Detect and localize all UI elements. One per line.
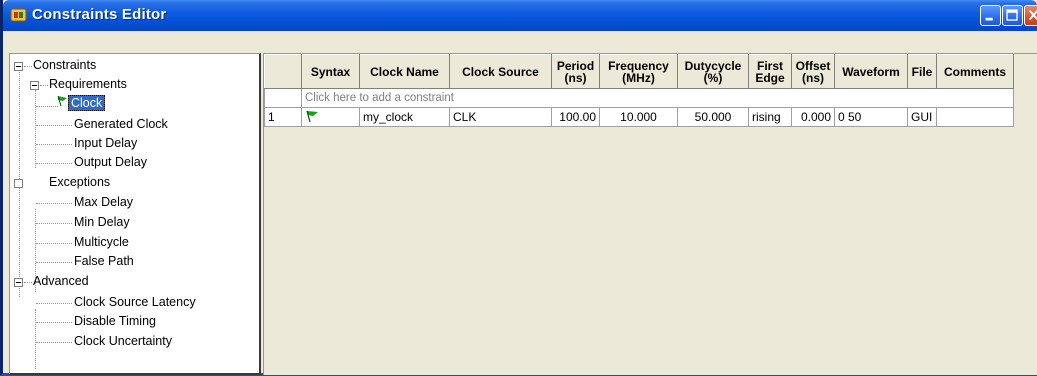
tree-connector [36, 106, 58, 107]
tree-connector [36, 144, 72, 145]
file-cell[interactable]: GUI [907, 107, 937, 127]
constraint-tree[interactable]: Constraints Requirements Clock Generated… [9, 53, 261, 375]
tree-item-disable-timing[interactable]: Disable Timing [74, 314, 156, 330]
row-number-header [264, 54, 302, 89]
exceptions-toggle[interactable] [14, 179, 23, 188]
column-header-offset[interactable]: Offset (ns) [791, 54, 835, 89]
window-title: Constraints Editor [32, 6, 167, 23]
clock-name-cell[interactable]: my_clock [359, 107, 450, 127]
tree-item-exceptions[interactable]: Exceptions [49, 175, 110, 191]
tree-connector [24, 282, 32, 283]
maximize-icon [1006, 9, 1018, 21]
syntax-cell[interactable] [301, 107, 360, 127]
green-flag-icon [57, 95, 67, 107]
tree-connector [35, 309, 36, 369]
tree-connector [40, 85, 48, 86]
tree-item-advanced[interactable]: Advanced [33, 274, 89, 290]
maximize-button[interactable] [1002, 5, 1023, 26]
table-row[interactable]: 1 my_clock CLK 100.00 10.000 50.000 risi… [264, 107, 1014, 127]
column-header-clock-source[interactable]: Clock Source [449, 54, 552, 89]
column-header-waveform[interactable]: Waveform [834, 54, 908, 89]
title-bar[interactable]: Constraints Editor [3, 0, 1037, 31]
constraints-editor-window: Constraints Editor Constraints Requireme… [0, 0, 1037, 376]
tree-connector [36, 203, 72, 204]
tree-connector [36, 303, 72, 304]
tree-connector [36, 125, 72, 126]
tree-item-multicycle[interactable]: Multicycle [74, 235, 129, 251]
header-line: Edge [755, 70, 785, 85]
tree-connector [24, 66, 32, 67]
header-line: (MHz) [622, 70, 655, 85]
green-flag-icon [306, 110, 318, 122]
minimize-icon [985, 17, 993, 21]
header-row: Syntax Clock Name Clock Source Period (ns… [264, 54, 1014, 89]
constraints-table: Syntax Clock Name Clock Source Period (ns… [264, 54, 1014, 127]
app-icon [10, 8, 27, 22]
first-edge-cell[interactable]: rising [748, 107, 792, 127]
header-line: (ns) [802, 70, 824, 85]
constraints-grid[interactable]: Syntax Clock Name Clock Source Period (ns… [263, 53, 1037, 375]
requirements-collapse-toggle[interactable] [30, 81, 39, 90]
tree-connector [36, 322, 72, 323]
column-header-period[interactable]: Period (ns) [551, 54, 600, 89]
close-icon [1028, 9, 1037, 21]
period-cell[interactable]: 100.00 [551, 107, 600, 127]
tree-item-generated-clock[interactable]: Generated Clock [74, 117, 168, 133]
tree-item-false-path[interactable]: False Path [74, 254, 134, 270]
tree-connector [36, 262, 72, 263]
tree-item-min-delay[interactable]: Min Delay [74, 215, 130, 231]
column-header-frequency[interactable]: Frequency (MHz) [599, 54, 678, 89]
row-number-cell [264, 88, 302, 108]
column-header-dutycycle[interactable]: Dutycycle (%) [677, 54, 749, 89]
column-header-first-edge[interactable]: First Edge [748, 54, 792, 89]
tree-connector [35, 90, 36, 168]
minimize-button[interactable] [980, 5, 1001, 26]
column-header-file[interactable]: File [907, 54, 937, 89]
tree-item-clock[interactable]: Clock [68, 95, 106, 112]
tree-item-output-delay[interactable]: Output Delay [74, 155, 147, 171]
tree-connector [36, 223, 72, 224]
tree-item-requirements[interactable]: Requirements [49, 77, 127, 93]
column-header-comments[interactable]: Comments [936, 54, 1014, 89]
frequency-cell[interactable]: 10.000 [599, 107, 678, 127]
tree-connector [36, 243, 72, 244]
root-collapse-toggle[interactable] [14, 62, 23, 71]
add-constraint-row[interactable]: Click here to add a constraint [264, 88, 1014, 108]
advanced-collapse-toggle[interactable] [14, 278, 23, 287]
clock-source-cell[interactable]: CLK [449, 107, 552, 127]
comments-cell[interactable] [936, 107, 1014, 127]
dutycycle-cell[interactable]: 50.000 [677, 107, 749, 127]
header-line: (%) [703, 70, 723, 85]
close-button[interactable] [1024, 5, 1037, 26]
tree-connector [36, 163, 72, 164]
tree-item-clock-uncertainty[interactable]: Clock Uncertainty [74, 334, 172, 350]
waveform-cell[interactable]: 0 50 [834, 107, 908, 127]
offset-cell[interactable]: 0.000 [791, 107, 835, 127]
column-header-syntax[interactable]: Syntax [301, 54, 360, 89]
tree-item-clock-label: Clock [68, 95, 106, 111]
tree-connector [36, 342, 72, 343]
tree-root-constraints[interactable]: Constraints [33, 58, 96, 74]
client-area: Constraints Requirements Clock Generated… [6, 31, 1037, 375]
header-line: (ns) [564, 70, 587, 85]
tree-item-clock-source-latency[interactable]: Clock Source Latency [74, 295, 196, 311]
tree-item-max-delay[interactable]: Max Delay [74, 195, 133, 211]
column-header-clock-name[interactable]: Clock Name [359, 54, 450, 89]
add-constraint-cell[interactable]: Click here to add a constraint [301, 88, 1014, 108]
row-number-cell[interactable]: 1 [264, 107, 302, 127]
tree-item-input-delay[interactable]: Input Delay [74, 136, 137, 152]
